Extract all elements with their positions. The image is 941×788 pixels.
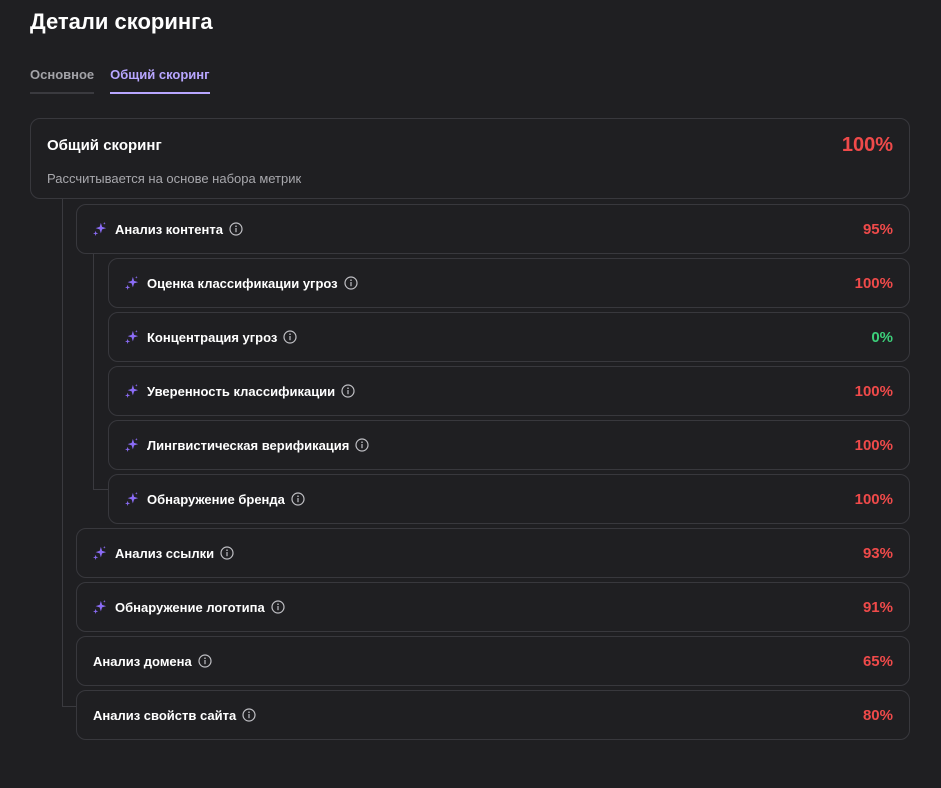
metric-value: 65% (862, 652, 893, 670)
tab-main[interactable]: Основное (30, 66, 95, 94)
page-title: Детали скоринга (30, 9, 213, 34)
metric-row-linguistic-verification[interactable]: Лингвистическая верификация 100% (108, 420, 910, 470)
info-icon[interactable] (291, 492, 305, 506)
sparkle-icon (125, 438, 139, 452)
info-icon[interactable] (283, 330, 297, 344)
metric-value: 80% (862, 706, 893, 724)
metric-label: Анализ свойств сайта (93, 707, 237, 723)
metric-row-threat-classification[interactable]: Оценка классификации угроз 100% (108, 258, 910, 308)
metric-row-logo-detection[interactable]: Обнаружение логотипа 91% (76, 582, 910, 632)
metric-row-content-analysis[interactable]: Анализ контента 95% (76, 204, 910, 254)
overall-score-title: Общий скоринг (47, 137, 162, 154)
metric-label: Обнаружение бренда (147, 491, 285, 507)
overall-score-card: Общий скоринг Рассчитывается на основе н… (30, 118, 910, 199)
metric-label: Концентрация угроз (147, 329, 278, 345)
tab-overall-scoring[interactable]: Общий скоринг (110, 66, 210, 94)
sparkle-icon (125, 330, 139, 344)
metric-label: Уверенность классификации (147, 383, 336, 399)
info-icon[interactable] (242, 708, 256, 722)
metric-label: Анализ контента (115, 221, 223, 237)
metric-value: 93% (862, 544, 893, 562)
metric-value: 95% (862, 220, 893, 238)
info-icon[interactable] (229, 222, 243, 236)
metric-label: Оценка классификации угроз (147, 275, 338, 291)
sparkle-icon (93, 222, 107, 236)
overall-score-description: Рассчитывается на основе набора метрик (47, 171, 302, 186)
info-icon[interactable] (271, 600, 285, 614)
sparkle-icon (93, 546, 107, 560)
metric-row-domain-analysis[interactable]: Анализ домена 65% (76, 636, 910, 686)
metric-row-classification-confidence[interactable]: Уверенность классификации 100% (108, 366, 910, 416)
sparkle-icon (125, 276, 139, 290)
tree-line-level2 (93, 253, 94, 490)
metric-value: 100% (854, 490, 893, 508)
tab-bar: Основное Общий скоринг (30, 66, 210, 94)
metric-label: Лингвистическая верификация (147, 437, 350, 453)
metric-row-brand-detection[interactable]: Обнаружение бренда 100% (108, 474, 910, 524)
metric-row-link-analysis[interactable]: Анализ ссылки 93% (76, 528, 910, 578)
metric-value: 100% (854, 382, 893, 400)
sparkle-icon (125, 492, 139, 506)
overall-score-value: 100% (841, 134, 893, 156)
tree-line-level2-end (93, 489, 108, 490)
info-icon[interactable] (341, 384, 355, 398)
metric-row-site-properties[interactable]: Анализ свойств сайта 80% (76, 690, 910, 740)
info-icon[interactable] (220, 546, 234, 560)
metric-value: 100% (854, 436, 893, 454)
info-icon[interactable] (355, 438, 369, 452)
metric-label: Обнаружение логотипа (115, 599, 265, 615)
sparkle-icon (93, 600, 107, 614)
sparkle-icon (125, 384, 139, 398)
metric-value: 0% (871, 328, 893, 346)
metric-row-threat-concentration[interactable]: Концентрация угроз 0% (108, 312, 910, 362)
metric-value: 100% (854, 274, 893, 292)
tree-line-level1-end (62, 706, 76, 707)
info-icon[interactable] (344, 276, 358, 290)
metric-label: Анализ домена (93, 653, 192, 669)
tree-line-level1 (62, 199, 63, 707)
metric-value: 91% (862, 598, 893, 616)
info-icon[interactable] (198, 654, 212, 668)
metric-label: Анализ ссылки (115, 545, 215, 561)
